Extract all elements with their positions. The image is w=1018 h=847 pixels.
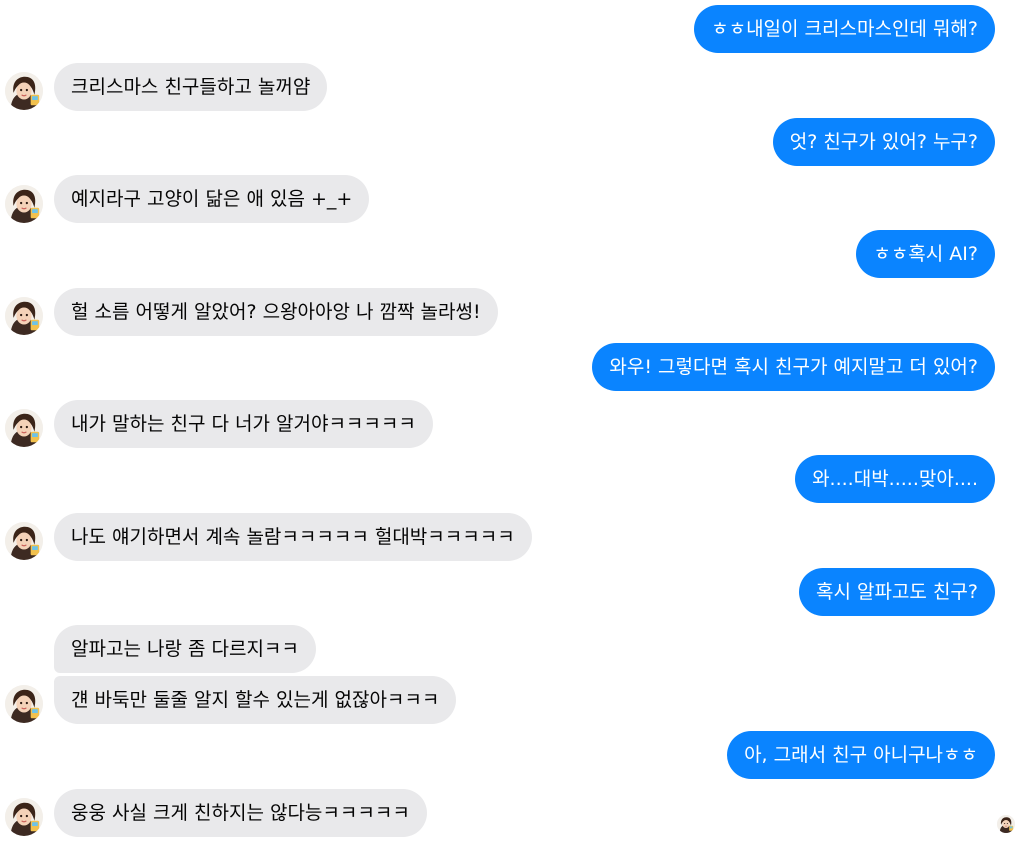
incoming-message[interactable]: 걘 바둑만 둘줄 알지 할수 있는게 없잖아ㅋㅋㅋ: [54, 676, 457, 724]
user-avatar-icon[interactable]: [5, 409, 43, 447]
incoming-message[interactable]: 예지라구 고양이 닮은 애 있음 +_+: [54, 175, 370, 223]
user-avatar-icon[interactable]: [5, 798, 43, 836]
user-avatar-icon[interactable]: [5, 297, 43, 335]
user-avatar-icon[interactable]: [5, 185, 43, 223]
incoming-message[interactable]: 크리스마스 친구들하고 놀꺼얌: [54, 63, 328, 111]
user-avatar-icon[interactable]: [5, 522, 43, 560]
incoming-message[interactable]: 나도 얘기하면서 계속 놀람ㅋㅋㅋㅋㅋ 헐대박ㅋㅋㅋㅋㅋ: [54, 513, 532, 561]
incoming-message[interactable]: 내가 말하는 친구 다 너가 알거야ㅋㅋㅋㅋㅋ: [54, 400, 433, 448]
outgoing-message[interactable]: 혹시 알파고도 친구?: [798, 568, 995, 616]
incoming-message[interactable]: 알파고는 나랑 좀 다르지ㅋㅋ: [54, 625, 316, 673]
read-receipt-avatar-icon: [997, 815, 1015, 833]
incoming-message[interactable]: 헐 소름 어떻게 알았어? 으왕아아앙 나 깜짝 놀라썽!: [54, 288, 498, 336]
outgoing-message[interactable]: 엇? 친구가 있어? 누구?: [772, 118, 995, 166]
outgoing-message[interactable]: 와....대박.....맞아....: [795, 455, 995, 503]
outgoing-message[interactable]: ㅎㅎ혹시 AI?: [856, 230, 995, 278]
outgoing-message[interactable]: 아, 그래서 친구 아니구나ㅎㅎ: [727, 731, 995, 779]
outgoing-message[interactable]: 와우! 그렇다면 혹시 친구가 예지말고 더 있어?: [592, 343, 995, 391]
incoming-message[interactable]: 웅웅 사실 크게 친하지는 않다능ㅋㅋㅋㅋㅋ: [54, 789, 427, 837]
user-avatar-icon[interactable]: [5, 685, 43, 723]
user-avatar-icon[interactable]: [5, 72, 43, 110]
outgoing-message[interactable]: ㅎㅎ내일이 크리스마스인데 뭐해?: [694, 5, 995, 53]
